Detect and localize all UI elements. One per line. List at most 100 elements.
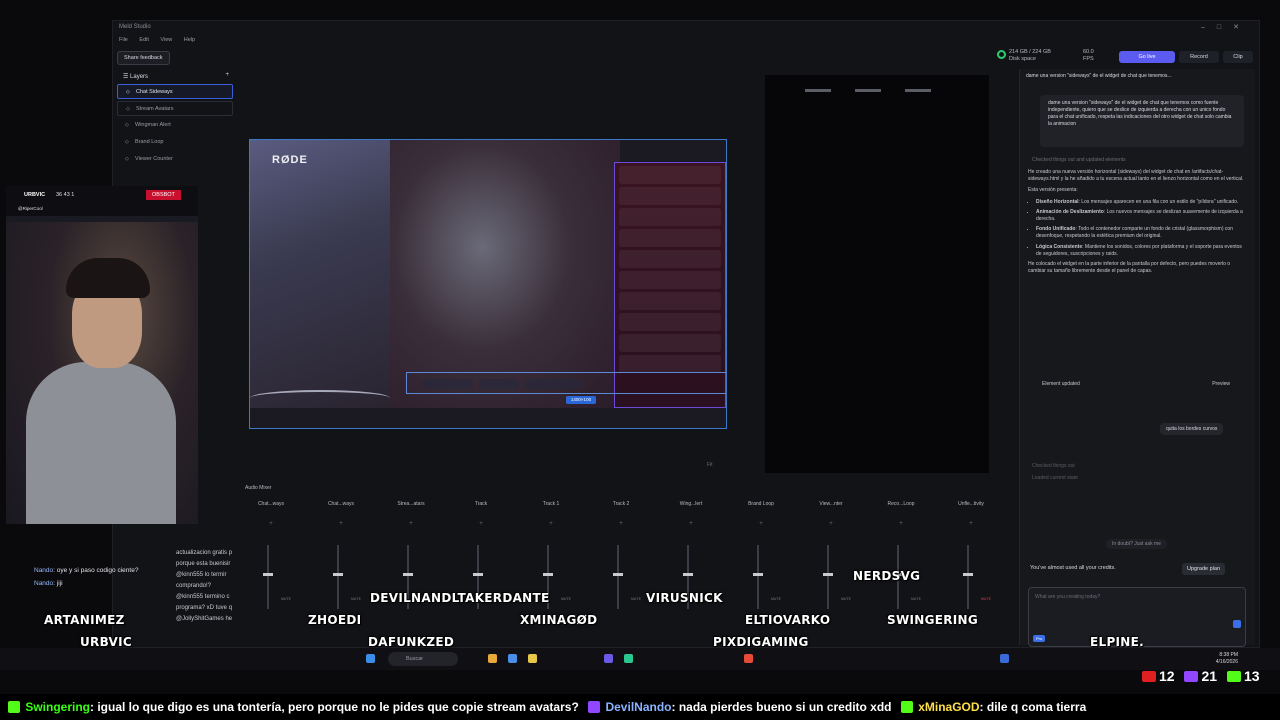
- add-filter-icon[interactable]: +: [661, 521, 721, 527]
- fader-knob[interactable]: [613, 573, 623, 576]
- obsbot-badge: OBSBOT: [146, 190, 181, 200]
- volume-fader[interactable]: [617, 545, 619, 609]
- checked-status[interactable]: Checked things out: [1032, 463, 1075, 469]
- send-icon[interactable]: [1233, 620, 1241, 628]
- discord-icon[interactable]: [604, 654, 613, 663]
- mute-button[interactable]: MUTE: [351, 597, 361, 601]
- add-filter-icon[interactable]: +: [381, 521, 441, 527]
- sideways-chat-widget-selection[interactable]: [406, 372, 726, 394]
- disk-ring-icon: [997, 50, 1006, 59]
- mixer-channel: Chat...ways + MUTE: [311, 501, 371, 621]
- preview-button[interactable]: Preview: [1212, 381, 1230, 387]
- clock[interactable]: 8:38 PM 4/16/2026: [1216, 652, 1238, 666]
- meld-icon[interactable]: [1000, 654, 1009, 663]
- fader-knob[interactable]: [333, 573, 343, 576]
- feature-item: Lógica Consistente: Mantiene los sonidos…: [1036, 244, 1248, 258]
- chat-line: @kinn555 lo termir: [176, 572, 227, 578]
- ticker-message: : dile q coma tierra: [979, 700, 1087, 714]
- share-feedback-button[interactable]: Share feedback: [117, 51, 170, 65]
- mute-button[interactable]: MUTE: [841, 597, 851, 601]
- in-doubt-hint[interactable]: In doubt? Just ask me: [1106, 539, 1167, 549]
- chat-line: Nando: oye y si paso codigo ciente?: [34, 567, 139, 574]
- loaded-status[interactable]: Loaded current state: [1032, 475, 1078, 481]
- fader-knob[interactable]: [753, 573, 763, 576]
- layer-icon: ◇: [125, 139, 129, 145]
- app-title: Meld Studio: [119, 24, 151, 30]
- add-filter-icon[interactable]: +: [871, 521, 931, 527]
- taskbar-search[interactable]: Buscar: [388, 652, 458, 666]
- layer-viewer-counter[interactable]: ◇ Viewer Counter: [117, 152, 233, 167]
- add-filter-icon[interactable]: +: [241, 521, 301, 527]
- channel-name: URBVIC: [24, 192, 46, 198]
- app-icon[interactable]: [624, 654, 633, 663]
- preview-element: [905, 89, 931, 92]
- fader-knob[interactable]: [823, 573, 833, 576]
- volume-fader[interactable]: [757, 545, 759, 609]
- fader-knob[interactable]: [683, 573, 693, 576]
- upgrade-plan-button[interactable]: Upgrade plan: [1182, 563, 1226, 575]
- assistant-response: He creado una nueva versión horizontal (…: [1028, 169, 1248, 279]
- viewer-avatar-name: URBVIC: [80, 635, 133, 649]
- mute-button[interactable]: MUTE: [911, 597, 921, 601]
- mute-button[interactable]: MUTE: [771, 597, 781, 601]
- add-filter-icon[interactable]: +: [311, 521, 371, 527]
- layer-wingman-alert[interactable]: ◇ Wingman Alert: [117, 118, 233, 133]
- mute-button[interactable]: MUTE: [981, 597, 991, 601]
- volume-fader[interactable]: [967, 545, 969, 609]
- kick-count: 13: [1243, 668, 1260, 684]
- element-updated-row[interactable]: Element updated Preview: [1028, 381, 1238, 395]
- chat-message: [619, 292, 721, 310]
- clip-button[interactable]: Clip: [1223, 51, 1253, 63]
- mute-button[interactable]: MUTE: [561, 597, 571, 601]
- app-icon[interactable]: [508, 654, 517, 663]
- fader-knob[interactable]: [403, 573, 413, 576]
- add-layer-icon[interactable]: +: [225, 72, 229, 78]
- menu-view[interactable]: View: [160, 37, 172, 43]
- checked-things-status[interactable]: Checked things out and updated elements: [1032, 157, 1126, 163]
- youtube-count: 12: [1159, 668, 1175, 684]
- ticker-message: : nada pierdes bueno si un credito xdd: [671, 700, 892, 714]
- add-filter-icon[interactable]: +: [521, 521, 581, 527]
- mute-button[interactable]: MUTE: [631, 597, 641, 601]
- webcam-video: [6, 222, 198, 524]
- add-filter-icon[interactable]: +: [731, 521, 791, 527]
- volume-fader[interactable]: [337, 545, 339, 609]
- sideways-chat-pill: [421, 379, 473, 389]
- layer-stream-avatars[interactable]: ◇ Stream Avatars: [117, 101, 233, 116]
- layer-chat-sideways[interactable]: ◇ Chat Sideways: [117, 84, 233, 99]
- start-icon[interactable]: [366, 654, 375, 663]
- feature-item: Animación de Deslizamiento: Los nuevos m…: [1036, 209, 1248, 223]
- zoom-select[interactable]: Fit: [707, 462, 713, 468]
- disk-space-indicator: 214 GB / 224 GB Disk space: [997, 49, 1051, 63]
- fader-knob[interactable]: [543, 573, 553, 576]
- menu-file[interactable]: File: [119, 37, 128, 43]
- chat-message: [619, 355, 721, 373]
- add-filter-icon[interactable]: +: [451, 521, 511, 527]
- record-button[interactable]: Record: [1179, 51, 1219, 63]
- layer-brand-loop[interactable]: ◇ Brand Loop: [117, 135, 233, 150]
- mixer-channel: View...nter + MUTE: [801, 501, 861, 621]
- menu-help[interactable]: Help: [184, 37, 195, 43]
- chrome-icon[interactable]: [744, 654, 753, 663]
- mute-button[interactable]: MUTE: [281, 597, 291, 601]
- menu-edit[interactable]: Edit: [139, 37, 148, 43]
- fader-knob[interactable]: [263, 573, 273, 576]
- viewer-avatar-name: DEVILNANDLTAKERDANTE: [370, 591, 550, 605]
- folder-icon[interactable]: [528, 654, 537, 663]
- ticker-message: : igual lo que digo es una tontería, per…: [90, 700, 579, 714]
- volume-fader[interactable]: [827, 545, 829, 609]
- add-filter-icon[interactable]: +: [591, 521, 651, 527]
- window-controls[interactable]: –□✕: [1201, 23, 1251, 31]
- scene-canvas[interactable]: RØDE 1400×100: [249, 139, 727, 429]
- add-filter-icon[interactable]: +: [801, 521, 861, 527]
- vertical-canvas-preview[interactable]: [765, 75, 989, 473]
- go-live-button[interactable]: Go live: [1119, 51, 1175, 63]
- handle-label: @RiperCool: [18, 206, 43, 211]
- add-filter-icon[interactable]: +: [941, 521, 1001, 527]
- fader-knob[interactable]: [963, 573, 973, 576]
- file-explorer-icon[interactable]: [488, 654, 497, 663]
- volume-fader[interactable]: [267, 545, 269, 609]
- viewer-avatar-name: PIXDIGAMING: [713, 635, 809, 649]
- fader-knob[interactable]: [473, 573, 483, 576]
- youtube-icon: [1142, 671, 1156, 682]
